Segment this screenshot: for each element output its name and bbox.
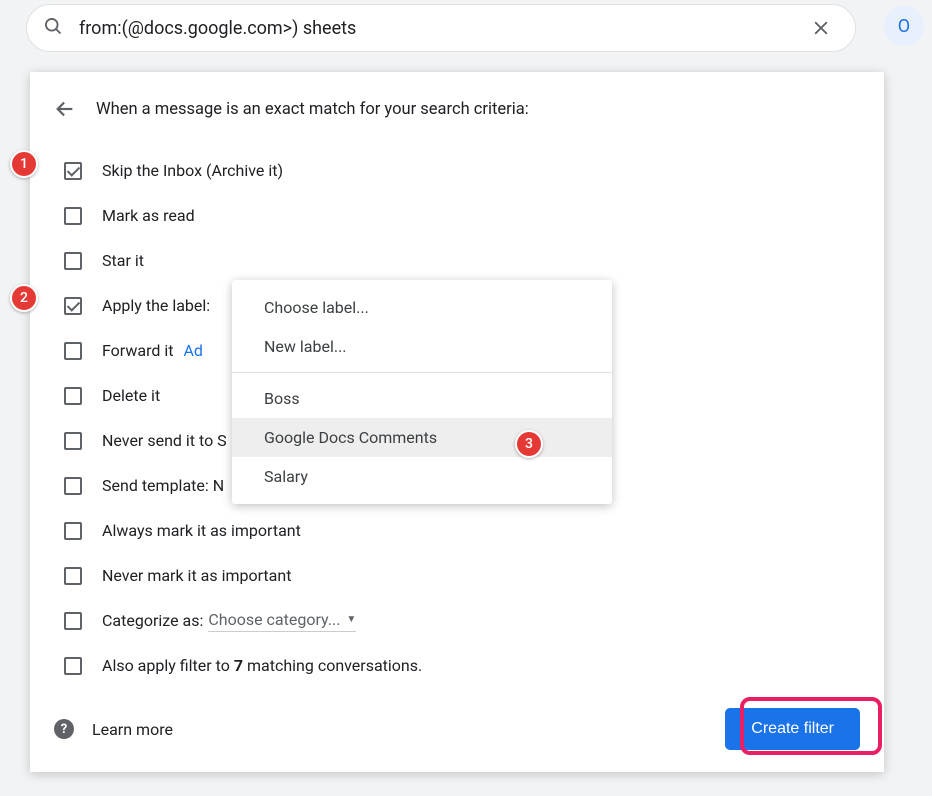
row-also-apply[interactable]: Also apply filter to 7 matching conversa…	[54, 643, 860, 688]
help-icon: ?	[54, 719, 74, 739]
annotation-1: 1	[10, 150, 38, 178]
row-categorize-as[interactable]: Categorize as: Choose category... ▼	[54, 598, 860, 643]
search-bar[interactable]: from:(@docs.google.com>) sheets	[26, 4, 856, 52]
avatar-initial: O	[898, 16, 910, 37]
annotation-2: 2	[10, 284, 38, 312]
category-select[interactable]: Choose category... ▼	[208, 610, 356, 632]
label-apply-label: Apply the label:	[102, 296, 210, 315]
label-dropdown-menu: Choose label... New label... Boss Google…	[232, 280, 612, 504]
category-placeholder: Choose category...	[208, 610, 340, 629]
checkbox-also-apply[interactable]	[64, 657, 82, 675]
checkbox-send-template[interactable]	[64, 477, 82, 495]
panel-header: When a message is an exact match for you…	[54, 98, 860, 120]
label-forward-it: Forward it	[102, 341, 173, 360]
label-never-important: Never mark it as important	[102, 566, 291, 585]
checkbox-never-important[interactable]	[64, 567, 82, 585]
dropdown-item-salary[interactable]: Salary	[232, 457, 612, 496]
checkbox-delete-it[interactable]	[64, 387, 82, 405]
row-skip-inbox[interactable]: Skip the Inbox (Archive it)	[54, 148, 860, 193]
checkbox-apply-label[interactable]	[64, 297, 82, 315]
learn-more-link[interactable]: ? Learn more	[54, 719, 173, 739]
row-always-important[interactable]: Always mark it as important	[54, 508, 860, 553]
panel-footer: ? Learn more Create filter	[54, 708, 860, 750]
dropdown-item-boss[interactable]: Boss	[232, 379, 612, 418]
label-send-template: Send template: N	[102, 476, 224, 495]
checkbox-forward-it[interactable]	[64, 342, 82, 360]
label-always-important: Always mark it as important	[102, 521, 301, 540]
back-button[interactable]	[54, 98, 76, 120]
label-also-apply: Also apply filter to 7 matching conversa…	[102, 656, 422, 675]
label-delete-it: Delete it	[102, 386, 160, 405]
checkbox-categorize-as[interactable]	[64, 612, 82, 630]
row-never-important[interactable]: Never mark it as important	[54, 553, 860, 598]
checkbox-skip-inbox[interactable]	[64, 162, 82, 180]
checkbox-never-spam[interactable]	[64, 432, 82, 450]
annotation-3: 3	[515, 430, 543, 458]
caret-down-icon: ▼	[346, 614, 356, 625]
panel-header-text: When a message is an exact match for you…	[96, 100, 529, 119]
label-skip-inbox: Skip the Inbox (Archive it)	[102, 161, 283, 180]
row-mark-read[interactable]: Mark as read	[54, 193, 860, 238]
search-icon	[43, 16, 63, 40]
checkbox-mark-read[interactable]	[64, 207, 82, 225]
arrow-left-icon	[54, 98, 76, 120]
close-icon	[811, 18, 831, 38]
avatar[interactable]: O	[884, 6, 924, 46]
row-star-it[interactable]: Star it	[54, 238, 860, 283]
checkbox-always-important[interactable]	[64, 522, 82, 540]
dropdown-divider	[232, 372, 612, 373]
create-filter-button[interactable]: Create filter	[725, 708, 860, 750]
dropdown-new-label[interactable]: New label...	[232, 327, 612, 366]
label-star-it: Star it	[102, 251, 144, 270]
clear-search-button[interactable]	[803, 10, 839, 46]
dropdown-choose-label[interactable]: Choose label...	[232, 288, 612, 327]
label-never-spam: Never send it to S	[102, 431, 227, 450]
checkbox-star-it[interactable]	[64, 252, 82, 270]
search-query[interactable]: from:(@docs.google.com>) sheets	[79, 18, 803, 39]
label-categorize-as: Categorize as:	[102, 611, 203, 630]
add-forwarding-link[interactable]: Ad	[183, 341, 202, 360]
dropdown-item-google-docs-comments[interactable]: Google Docs Comments	[232, 418, 612, 457]
learn-more-text: Learn more	[92, 720, 173, 739]
label-mark-read: Mark as read	[102, 206, 195, 225]
